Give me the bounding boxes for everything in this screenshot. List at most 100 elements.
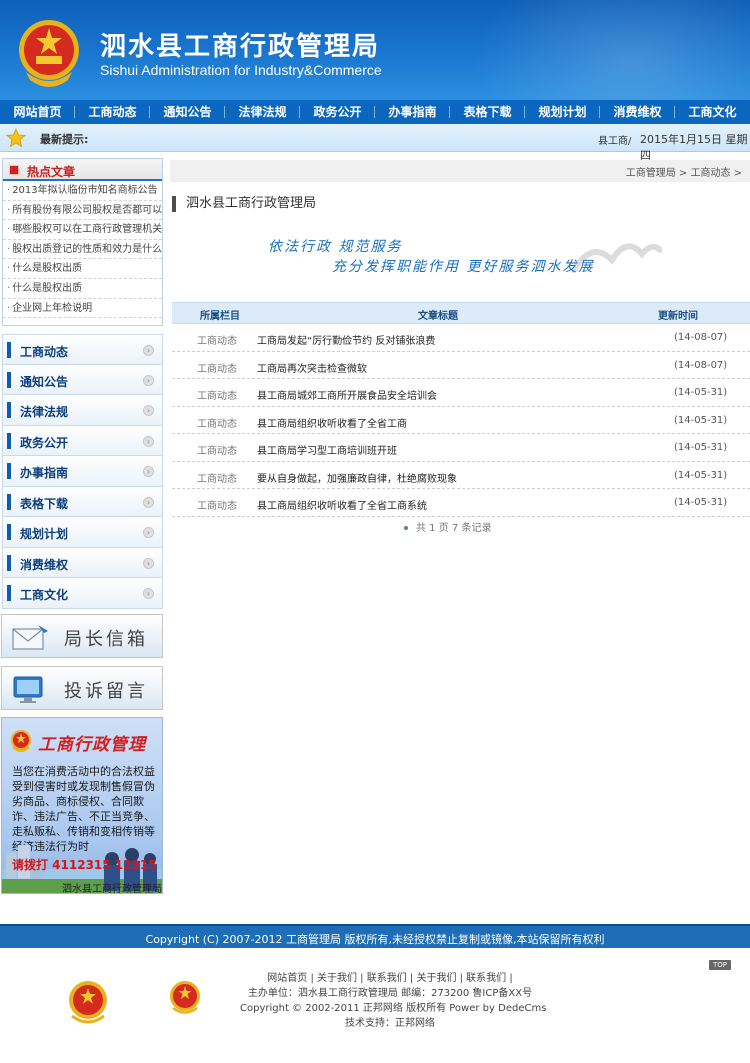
chevron-right-icon: ›	[143, 588, 154, 599]
hot-article-link[interactable]: 2013年拟认临份市知名商标公告	[3, 181, 162, 201]
side-menu-item-culture[interactable]: 工商文化 ›	[2, 578, 163, 609]
row-title-link[interactable]: 要从自身做起，加强廉政自律，杜绝腐败现象	[257, 470, 457, 485]
row-category[interactable]: 工商动态	[197, 387, 237, 402]
side-menu-item-notice[interactable]: 通知公告 ›	[2, 364, 163, 395]
nav-label: 通知公告	[163, 105, 212, 119]
nav-label: 消费维权	[613, 105, 662, 119]
mailbox-button[interactable]: 局长信箱	[1, 614, 163, 658]
ticker-scroll-text[interactable]: 县工商/	[598, 132, 631, 147]
row-category[interactable]: 工商动态	[197, 360, 237, 375]
nav-item-law[interactable]: 法律法规	[225, 100, 300, 124]
footer-copyright: Copyright (C) 2007-2012 工商管理局 版权所有,未经授权禁…	[145, 933, 605, 946]
hot-article-link[interactable]: 所有股份有限公司股权是否都可以	[3, 201, 162, 221]
row-category[interactable]: 工商动态	[197, 332, 237, 347]
nav-item-culture[interactable]: 工商文化	[675, 100, 750, 124]
page-title: 泗水县工商行政管理局	[172, 196, 316, 212]
row-title-link[interactable]: 县工商局组织收听收看了全省工商系统	[257, 497, 427, 512]
slogan-line-1: 依法行政 规范服务	[268, 239, 403, 255]
row-category[interactable]: 工商动态	[197, 442, 237, 457]
site-header: 泗水县工商行政管理局 Sishui Administration for Ind…	[0, 0, 750, 100]
column-header-category: 所属栏目	[200, 311, 240, 322]
side-menu-item-plan[interactable]: 规划计划 ›	[2, 517, 163, 548]
chevron-right-icon: ›	[143, 374, 154, 386]
nav-label: 网站首页	[13, 105, 62, 119]
article-table-header: 所属栏目 文章标题 更新时间	[172, 302, 750, 324]
square-bullet-icon	[9, 165, 19, 175]
side-menu-label: 表格下载	[20, 496, 69, 511]
side-menu-item-guide[interactable]: 办事指南 ›	[2, 456, 163, 487]
row-date: (14-05-31)	[674, 469, 728, 481]
hot-article-link[interactable]: 企业网上年检说明	[3, 299, 162, 319]
row-title-link[interactable]: 县工商局学习型工商培训班开班	[257, 442, 397, 457]
nav-label: 法律法规	[238, 105, 287, 119]
row-date: (14-08-07)	[674, 359, 728, 371]
chevron-right-icon: ›	[143, 405, 154, 416]
hot-article-link[interactable]: 股权出质登记的性质和效力是什么	[3, 240, 162, 260]
side-menu-label: 工商动态	[20, 345, 69, 359]
complaint-button[interactable]: 投诉留言	[1, 666, 163, 710]
footer-info: 网站首页 | 关于我们 | 联系我们 | 关于我们 | 联系我们 | 主办单位：…	[240, 971, 546, 1031]
hot-article-link[interactable]: 哪些股权可以在工商行政管理机关	[3, 220, 162, 240]
side-menu-item-download[interactable]: 表格下载 ›	[2, 486, 163, 517]
row-category[interactable]: 工商动态	[197, 470, 237, 485]
nav-item-plan[interactable]: 规划计划	[525, 100, 600, 124]
pagination-text: 共 1 页 7 条记录	[416, 523, 492, 534]
menu-bar-marker	[7, 371, 11, 388]
column-header-title: 文章标题	[418, 311, 458, 322]
nav-item-guide[interactable]: 办事指南	[375, 100, 450, 124]
nav-item-consumer[interactable]: 消费维权	[600, 100, 675, 124]
footer-host: 主办单位：泗水县工商行政管理局 邮编：273200 鲁ICP备XX号	[247, 988, 533, 999]
side-menu: 工商动态 › 通知公告 › 法律法规 › 政务公开 › 办事指南 › 表格下载 › 规划计划…	[2, 334, 163, 609]
menu-bar-marker	[7, 585, 11, 601]
table-row: 工商动态 要从自身做起，加强廉政自律，杜绝腐败现象 (14-05-31)	[172, 462, 750, 489]
row-date: (14-08-07)	[674, 332, 728, 343]
side-menu-item-public[interactable]: 政务公开 ›	[2, 425, 163, 456]
nav-label: 规划计划	[538, 105, 587, 119]
nav-label: 工商文化	[688, 105, 737, 119]
row-title-link[interactable]: 工商局发起“厉行勤俭节约 反对铺张浪费	[257, 332, 435, 347]
chevron-right-icon: ›	[143, 435, 154, 447]
table-row: 工商动态 县工商局组织收听收看了全省工商系统 (14-05-31)	[172, 489, 750, 517]
site-subtitle: Sishui Administration for Industry&Comme…	[100, 62, 382, 78]
row-title-link[interactable]: 县工商局组织收听收看了全省工商	[257, 415, 407, 430]
ticker-label: 最新提示:	[40, 133, 89, 146]
row-category[interactable]: 工商动态	[197, 497, 237, 512]
hot-article-link[interactable]: 什么是股权出质	[3, 279, 162, 299]
nav-item-notice[interactable]: 通知公告	[150, 100, 225, 124]
consumer-rights-banner[interactable]: 工商行政管理 当您在消费活动中的合法权益受到侵害时或发现制售假冒伪劣商品、商标侵…	[1, 717, 163, 894]
star-icon	[6, 128, 26, 148]
nav-item-download[interactable]: 表格下载	[450, 100, 525, 124]
row-title-link[interactable]: 县工商局城郊工商所开展食品安全培训会	[257, 387, 437, 402]
row-date: (14-05-31)	[674, 442, 728, 453]
breadcrumb[interactable]: 工商管理局 > 工商动态 >	[626, 164, 742, 179]
nav-item-public[interactable]: 政务公开	[300, 100, 375, 124]
banner-title: 工商行政管理	[38, 735, 146, 755]
footer-links[interactable]: 网站首页 | 关于我们 | 联系我们 | 关于我们 | 联系我们 |	[240, 971, 540, 986]
row-date: (14-05-31)	[674, 497, 728, 508]
side-menu-item-consumer[interactable]: 消费维权 ›	[2, 547, 163, 578]
header-glow	[470, 0, 750, 100]
menu-bar-marker	[7, 432, 11, 449]
footer-emblem-icon[interactable]	[66, 980, 110, 1026]
footer-emblem-small-icon[interactable]	[168, 980, 202, 1016]
hot-articles-panel: 热点文章 2013年拟认临份市知名商标公告 所有股份有限公司股权是否都可以 哪些…	[2, 158, 163, 326]
column-header-date: 更新时间	[658, 311, 698, 322]
back-to-top-button[interactable]: TOP	[709, 960, 731, 970]
side-menu-item-news[interactable]: 工商动态 ›	[2, 334, 163, 365]
row-date: (14-05-31)	[674, 414, 728, 426]
footer-support: 技术支持：正邦网络	[345, 1018, 435, 1029]
banner-header: 工商行政管理	[2, 726, 162, 756]
side-menu-item-law[interactable]: 法律法规 ›	[2, 395, 163, 426]
nav-item-news[interactable]: 工商动态	[75, 100, 150, 124]
side-menu-label: 法律法规	[20, 405, 69, 419]
hot-article-link[interactable]: 什么是股权出质	[3, 259, 162, 279]
chevron-right-icon: ›	[143, 496, 154, 508]
nav-item-home[interactable]: 网站首页	[0, 100, 75, 124]
hot-articles-title: 热点文章	[27, 165, 76, 179]
row-title-link[interactable]: 工商局再次突击检查微软	[257, 360, 367, 375]
row-category[interactable]: 工商动态	[197, 415, 237, 430]
side-menu-label: 消费维权	[20, 557, 69, 572]
pagination-info: 共 1 页 7 条记录	[404, 519, 491, 534]
bullet-dot-icon	[404, 526, 408, 530]
nav-label: 办事指南	[388, 105, 437, 119]
